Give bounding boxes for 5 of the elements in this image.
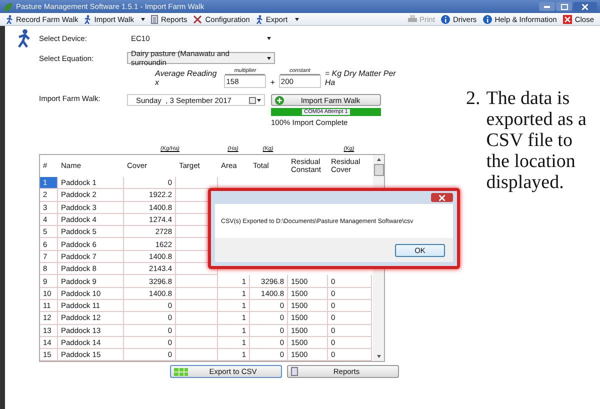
annotation-text: The data is exported as a CSV file to the location displayed.: [486, 88, 588, 193]
step-number: 2.: [466, 88, 480, 111]
plus-sign: +: [270, 78, 275, 88]
formula-text: = Kg Dry Matter Per Ha: [324, 69, 397, 88]
formula-text: Average Reading x: [155, 69, 218, 88]
